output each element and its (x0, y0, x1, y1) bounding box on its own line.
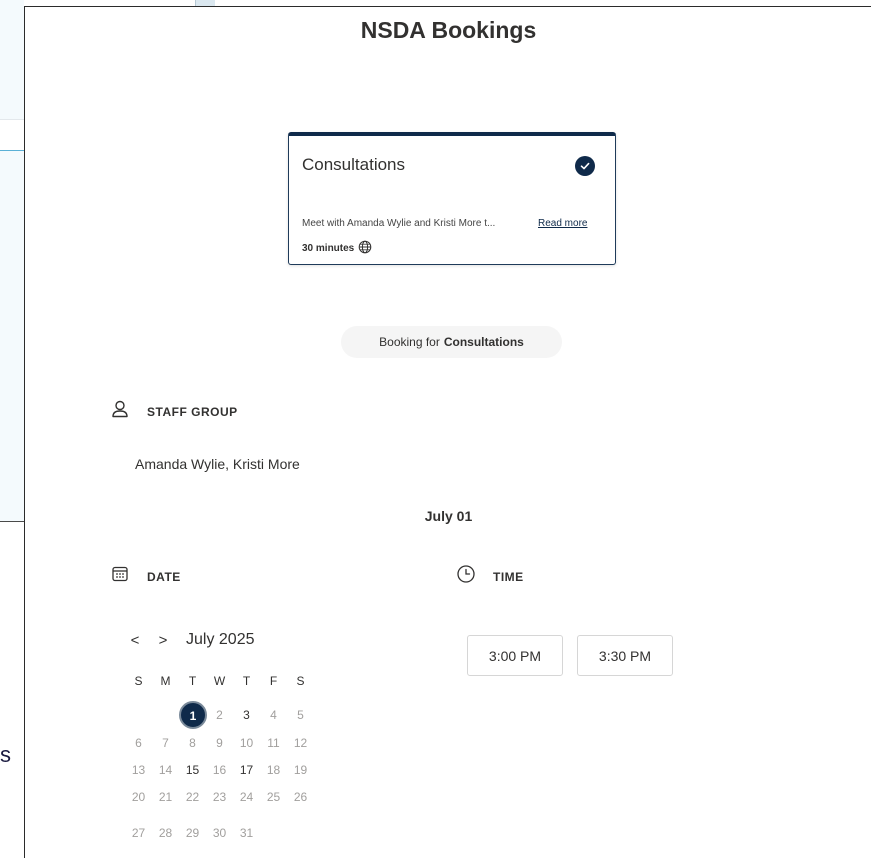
calendar-day: 10 (239, 736, 254, 750)
clock-icon (456, 564, 476, 584)
calendar-month-label: July 2025 (186, 631, 255, 648)
calendar-day-number: 1 (179, 701, 207, 729)
calendar-week-row: 13 14 15 16 17 18 19 (125, 760, 314, 780)
calendar-day: 5 (297, 708, 304, 722)
weekday-header: M (160, 674, 171, 688)
person-icon (110, 399, 130, 419)
calendar-day: 9 (216, 736, 223, 750)
weekday-header: S (296, 674, 305, 688)
calendar-day: 4 (270, 708, 277, 722)
calendar-week-row: 27 28 29 30 31 (125, 823, 314, 843)
page-title: NSDA Bookings (360, 17, 537, 43)
weekday-header: T (188, 674, 197, 688)
calendar-day: 20 (131, 790, 146, 804)
time-slot-button[interactable]: 3:30 PM (577, 635, 673, 676)
calendar-day: 25 (266, 790, 281, 804)
calendar-day: 6 (135, 736, 142, 750)
weekday-header: W (213, 674, 226, 688)
calendar-day: 21 (158, 790, 173, 804)
duration-label: 30 minutes (302, 243, 355, 254)
read-more-link[interactable]: Read more (538, 218, 587, 229)
calendar-day: 30 (212, 826, 227, 840)
calendar-day: 31 (239, 826, 254, 840)
service-card[interactable]: Consultations Meet with Amanda Wylie and… (288, 132, 616, 265)
booking-page: NSDA Bookings Consultations Meet with Am… (24, 6, 871, 858)
calendar-day: 14 (158, 763, 173, 777)
time-label: TIME (493, 570, 524, 584)
booking-for-prefix: Booking for (379, 335, 440, 349)
calendar-day: 8 (189, 736, 196, 750)
calendar-icon (111, 565, 131, 585)
selected-date-label: July 01 (424, 508, 473, 524)
check-circle-icon (575, 156, 595, 176)
calendar-day-selected[interactable]: 1 (179, 701, 207, 729)
calendar-day-available[interactable]: 3 (233, 705, 260, 725)
calendar-day: 24 (239, 790, 254, 804)
staff-group-label: STAFF GROUP (147, 405, 238, 419)
weekday-header: S (134, 674, 143, 688)
staff-names: Amanda Wylie, Kristi More (135, 456, 300, 472)
calendar-day-available[interactable]: 15 (179, 760, 206, 780)
calendar-day: 7 (162, 736, 169, 750)
booking-for-service: Consultations (443, 335, 524, 349)
calendar-week-row: 20 21 22 23 24 25 26 (125, 787, 314, 807)
calendar-day: 29 (185, 826, 200, 840)
calendar-day-empty (287, 823, 314, 843)
next-month-button[interactable]: > (156, 632, 170, 649)
calendar-day-available[interactable]: 17 (233, 760, 260, 780)
calendar-day: 16 (212, 763, 227, 777)
globe-icon (358, 240, 372, 257)
weekday-header-row: S M T W T F S (125, 671, 314, 691)
service-duration: 30 minutes (302, 240, 372, 257)
background-partial-glyph: s (0, 742, 11, 767)
service-name: Consultations (302, 155, 406, 174)
calendar-day: 22 (185, 790, 200, 804)
weekday-header: T (242, 674, 251, 688)
calendar-day-empty (125, 705, 152, 725)
calendar-day: 13 (131, 763, 146, 777)
background-panel-top (0, 0, 24, 120)
calendar-week-row: 6 7 8 9 10 11 12 (125, 733, 314, 753)
calendar-navigation: < > July 2025 (128, 631, 255, 649)
calendar-day-empty (152, 705, 179, 725)
calendar-day: 18 (266, 763, 281, 777)
calendar-day: 23 (212, 790, 227, 804)
calendar-day: 26 (293, 790, 308, 804)
calendar-day-empty (260, 823, 287, 843)
previous-month-button[interactable]: < (128, 632, 142, 649)
calendar-day: 12 (293, 736, 308, 750)
calendar-day: 2 (216, 708, 223, 722)
calendar-day: 11 (267, 736, 280, 750)
background-panel-middle (0, 150, 24, 522)
calendar-week-row: 1 2 3 4 5 (125, 701, 314, 729)
booking-for-pill: Booking for Consultations (341, 326, 562, 358)
calendar-day: 27 (131, 826, 146, 840)
weekday-header: F (269, 674, 278, 688)
service-description: Meet with Amanda Wylie and Kristi More t… (302, 218, 496, 229)
calendar-day: 28 (158, 826, 173, 840)
calendar-day: 19 (293, 763, 308, 777)
time-slot-button[interactable]: 3:00 PM (467, 635, 563, 676)
date-label: DATE (147, 570, 181, 584)
